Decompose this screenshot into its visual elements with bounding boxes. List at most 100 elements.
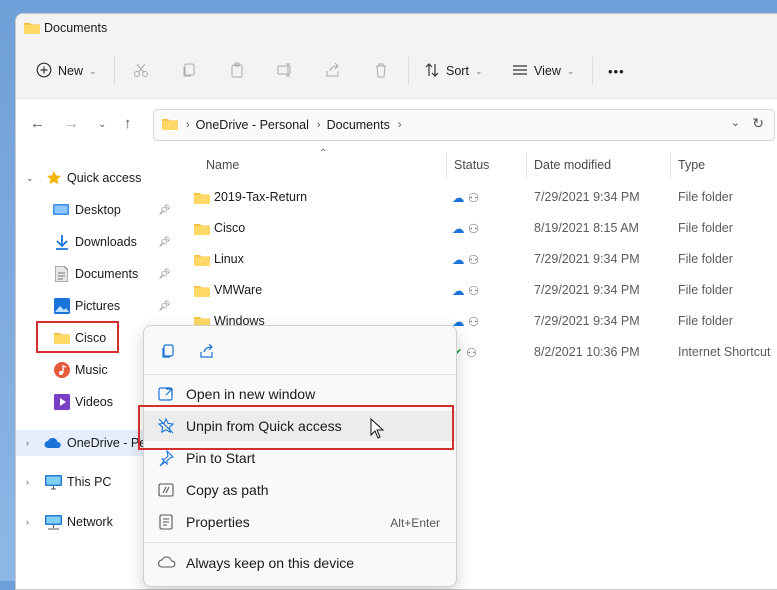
file-date: 7/29/2021 9:34 PM — [534, 190, 640, 204]
file-date: 7/29/2021 9:34 PM — [534, 283, 640, 297]
address-bar[interactable]: › OneDrive - Personal › Documents › ⌄ ↻ — [153, 109, 775, 141]
pin-icon — [158, 449, 175, 469]
chevron-down-icon: ⌄ — [89, 65, 97, 76]
column-divider — [446, 152, 447, 178]
sort-ascending-icon: ⌃ — [319, 148, 328, 159]
sidebar-item-label: This PC — [67, 475, 112, 489]
refresh-icon[interactable]: ↻ — [752, 115, 764, 132]
properties-icon — [158, 514, 174, 533]
view-label: View — [534, 64, 561, 78]
folder-icon — [194, 284, 210, 300]
column-divider — [526, 152, 527, 178]
network-icon — [45, 515, 62, 533]
table-row[interactable]: Cisco ☁︎ ⚇ 8/19/2021 8:15 AM File folder — [176, 213, 777, 243]
pc-icon — [45, 475, 62, 493]
forward-arrow-icon[interactable]: → — [64, 115, 79, 132]
trash-icon — [373, 62, 389, 81]
column-header-name[interactable]: Name — [206, 158, 239, 172]
sidebar-item-downloads[interactable]: Downloads 📌︎ — [16, 230, 176, 254]
table-row[interactable]: 2019-Tax-Return ☁︎ ⚇ 7/29/2021 9:34 PM F… — [176, 182, 777, 212]
sidebar-item-documents[interactable]: Documents 📌︎ — [16, 262, 176, 286]
new-button[interactable]: New ⌄ — [36, 60, 97, 82]
divider — [114, 57, 115, 85]
more-icon: ••• — [608, 63, 625, 79]
up-arrow-icon[interactable]: ↑ — [124, 115, 132, 132]
share-icon — [325, 62, 341, 81]
address-row: ← → ⌄ ↑ › OneDrive - Personal › Document… — [16, 98, 777, 151]
pin-icon: 📌︎ — [158, 204, 171, 216]
breadcrumb-documents[interactable]: Documents — [327, 118, 390, 132]
column-header-date-modified[interactable]: Date modified — [534, 158, 611, 172]
cut-button[interactable] — [133, 60, 149, 82]
cloud-status-icon: ☁︎ ⚇ — [452, 191, 480, 205]
sidebar-item-pictures[interactable]: Pictures 📌︎ — [16, 294, 176, 318]
sidebar-item-label: Downloads — [75, 235, 137, 249]
cloud-keep-icon — [157, 555, 176, 572]
context-menu: Open in new window Unpin from Quick acce… — [143, 325, 457, 587]
sort-label: Sort — [446, 64, 469, 78]
cloud-status-icon: ☁︎ ⚇ — [452, 253, 480, 267]
menu-item-always-keep[interactable]: Always keep on this device — [144, 548, 456, 578]
file-date: 7/29/2021 9:34 PM — [534, 252, 640, 266]
file-type: Internet Shortcut — [678, 345, 771, 359]
chevron-right-icon: › — [26, 517, 29, 527]
sidebar-item-label: Pictures — [75, 299, 121, 313]
rename-button[interactable] — [277, 60, 293, 82]
file-name: Cisco — [214, 221, 246, 235]
folder-icon — [194, 191, 210, 207]
more-options-button[interactable]: ••• — [608, 60, 625, 82]
pin-icon: 📌︎ — [158, 268, 171, 280]
folder-icon — [194, 222, 210, 238]
scissors-icon — [133, 62, 149, 81]
paste-button[interactable] — [229, 60, 245, 82]
breadcrumb-separator-icon: › — [316, 119, 321, 131]
view-button[interactable]: View ⌄ — [512, 60, 574, 82]
column-header-type[interactable]: Type — [678, 158, 705, 172]
share-icon[interactable] — [199, 343, 215, 362]
chevron-right-icon: › — [26, 438, 29, 448]
breadcrumb-onedrive[interactable]: OneDrive - Personal — [196, 118, 309, 132]
file-date: 7/29/2021 9:34 PM — [534, 314, 640, 328]
sidebar-item-label: Videos — [75, 395, 113, 409]
share-button[interactable] — [325, 60, 341, 82]
menu-item-copy-as-path[interactable]: Copy as path — [144, 475, 456, 505]
menu-item-shortcut: Alt+Enter — [390, 516, 440, 530]
copy-icon[interactable] — [160, 343, 176, 362]
file-type: File folder — [678, 221, 733, 235]
breadcrumb-separator-icon: › — [397, 119, 402, 131]
delete-button[interactable] — [373, 60, 389, 82]
address-dropdown-icon[interactable]: ⌄ — [731, 116, 740, 129]
folder-icon — [24, 21, 40, 37]
download-icon — [55, 234, 69, 253]
column-header-status[interactable]: Status — [454, 158, 489, 172]
cloud-status-icon: ☁︎ ⚇ — [452, 284, 480, 298]
divider — [144, 374, 456, 375]
file-type: File folder — [678, 252, 733, 266]
sidebar-item-label: Music — [75, 363, 108, 377]
copy-button[interactable] — [181, 60, 197, 82]
table-row[interactable]: Linux ☁︎ ⚇ 7/29/2021 9:34 PM File folder — [176, 244, 777, 274]
copy-icon — [181, 62, 197, 81]
sidebar-item-quick-access[interactable]: ⌄ Quick access — [16, 166, 166, 190]
sidebar-item-label: Documents — [75, 267, 139, 281]
sort-button[interactable]: Sort ⌄ — [424, 60, 482, 82]
table-row[interactable]: VMWare ☁︎ ⚇ 7/29/2021 9:34 PM File folde… — [176, 275, 777, 305]
chevron-down-icon: ⌄ — [26, 172, 34, 183]
menu-item-label: Pin to Start — [186, 450, 256, 466]
folder-icon — [162, 117, 178, 133]
music-icon — [54, 362, 70, 381]
back-arrow-icon[interactable]: ← — [30, 115, 45, 132]
recent-chevron-icon[interactable]: ⌄ — [98, 119, 106, 130]
documents-icon — [54, 265, 69, 285]
divider — [144, 542, 456, 543]
menu-item-properties[interactable]: Properties Alt+Enter — [144, 507, 456, 537]
copy-path-icon — [158, 482, 174, 501]
sidebar-item-label: OneDrive - Pe — [67, 436, 147, 450]
menu-item-label: Always keep on this device — [186, 555, 355, 571]
chevron-right-icon: › — [26, 477, 29, 487]
sidebar-item-desktop[interactable]: Desktop 📌︎ — [16, 198, 176, 222]
menu-item-label: Copy as path — [186, 482, 269, 498]
file-date: 8/2/2021 10:36 PM — [534, 345, 640, 359]
pin-icon: 📌︎ — [158, 236, 171, 248]
sort-icon — [424, 62, 440, 81]
